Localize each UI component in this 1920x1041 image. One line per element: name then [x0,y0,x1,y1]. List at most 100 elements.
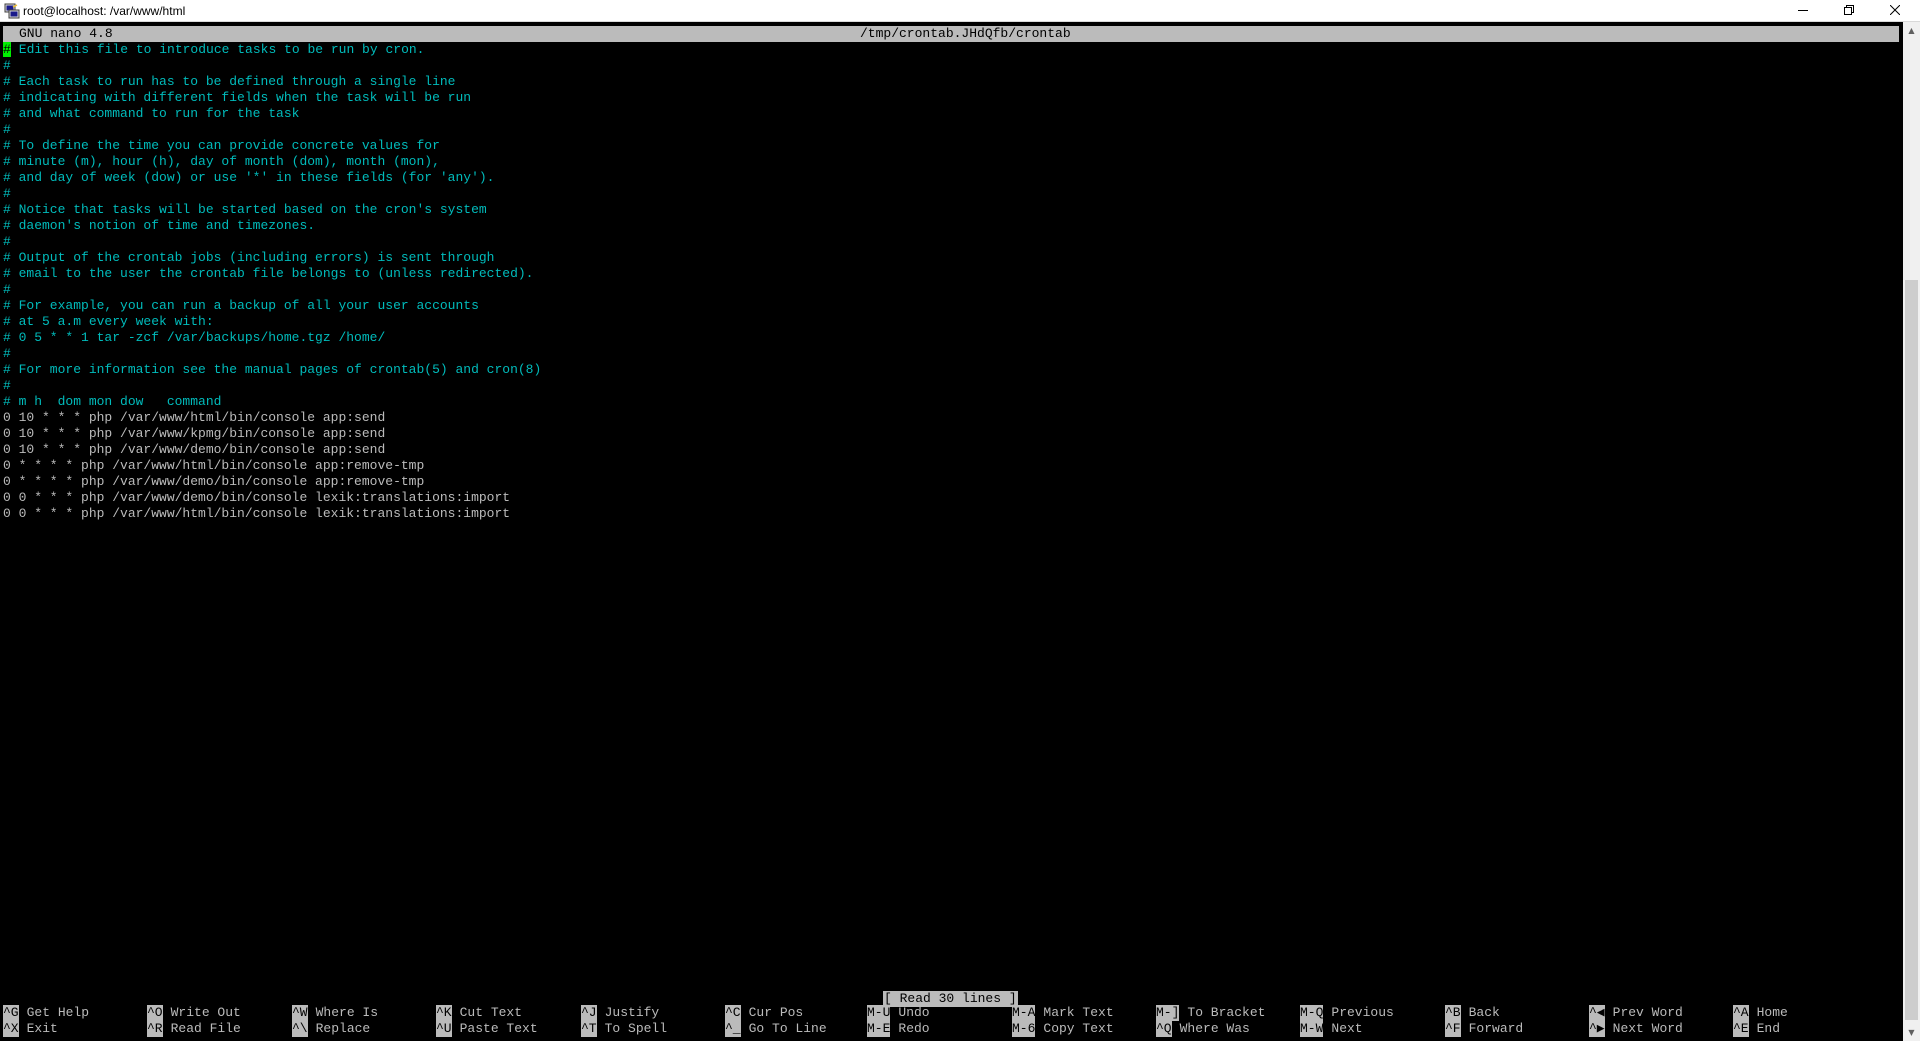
comment-line: # [3,58,11,73]
maximize-icon [1844,4,1854,18]
shortcut-label: Justify [604,1005,660,1020]
scroll-up-button[interactable]: ▲ [1903,22,1920,39]
comment-line: # m h dom mon dow command [3,394,222,409]
shortcut-label: Read File [170,1021,241,1036]
cron-job-line: 0 * * * * php /var/www/html/bin/console … [3,458,425,473]
shortcut-key: ^J [581,1005,597,1021]
shortcut-key: M-A [1012,1005,1036,1021]
terminal-window[interactable]: GNU nano 4.8 /tmp/crontab.JHdQfb/crontab… [0,22,1903,1041]
shortcut-label: Paste Text [459,1021,538,1036]
shortcut-key: ^T [581,1021,597,1037]
shortcut-key: ^A [1733,1005,1749,1021]
shortcut-key: ^\ [292,1021,308,1037]
scroll-down-button[interactable]: ▼ [1903,1024,1920,1041]
shortcut-label: Home [1756,1005,1788,1020]
comment-line: # and what command to run for the task [3,106,300,121]
shortcut-key: ^C [725,1005,741,1021]
shortcut-label: To Bracket [1187,1005,1266,1020]
scrollbar-thumb[interactable] [1905,280,1918,1020]
comment-line: # [3,234,11,249]
close-button[interactable] [1872,0,1918,22]
shortcut-label: Copy Text [1043,1021,1114,1036]
shortcut-to-bracket[interactable]: M-] To Bracket [1156,1005,1265,1021]
comment-line: # [3,122,11,137]
shortcut-label: Redo [898,1021,930,1036]
comment-line: # minute (m), hour (h), day of month (do… [3,154,440,169]
shortcut-where-is[interactable]: ^W Where Is [292,1005,378,1021]
shortcut-label: Cut Text [459,1005,523,1020]
shortcut-label: Forward [1468,1021,1524,1036]
comment-line: # daemon's notion of time and timezones. [3,218,316,233]
shortcut-key: ^Q [1156,1021,1172,1037]
shortcut-key: M-6 [1012,1021,1036,1037]
shortcut-label: To Spell [604,1021,668,1036]
shortcut-exit[interactable]: ^X Exit [3,1021,58,1037]
shortcut-cur-pos[interactable]: ^C Cur Pos [725,1005,803,1021]
shortcut-label: Where Is [315,1005,379,1020]
cron-job-line: 0 10 * * * php /var/www/kpmg/bin/console… [3,426,386,441]
comment-line: # Edit this file to introduce tasks to b… [3,42,424,58]
shortcut-key: M-U [867,1005,891,1021]
shortcut-label: Write Out [170,1005,241,1020]
minimize-button[interactable] [1780,0,1826,22]
window-title-bar: root@localhost: /var/www/html [0,0,1920,22]
shortcut-key: M-] [1156,1005,1180,1021]
shortcut-home[interactable]: ^A Home [1733,1005,1788,1021]
shortcut-where-was[interactable]: ^Q Where Was [1156,1021,1250,1037]
shortcut-key: ^▶ [1589,1021,1605,1037]
minimize-icon [1798,4,1808,18]
vertical-scrollbar[interactable]: ▲ ▼ [1903,22,1920,1041]
shortcut-read-file[interactable]: ^R Read File [147,1021,241,1037]
shortcut-undo[interactable]: M-U Undo [867,1005,930,1021]
shortcut-key: ^U [436,1021,452,1037]
maximize-button[interactable] [1826,0,1872,22]
shortcut-write-out[interactable]: ^O Write Out [147,1005,241,1021]
shortcut-key: ^O [147,1005,163,1021]
shortcut-next[interactable]: M-W Next [1300,1021,1363,1037]
shortcut-cut-text[interactable]: ^K Cut Text [436,1005,522,1021]
shortcut-label: Get Help [26,1005,90,1020]
close-icon [1889,4,1901,18]
nano-header-bar: GNU nano 4.8 /tmp/crontab.JHdQfb/crontab [3,26,1899,42]
cron-job-line: 0 * * * * php /var/www/demo/bin/console … [3,474,425,489]
shortcut-key: M-E [867,1021,891,1037]
comment-line: # To define the time you can provide con… [3,138,440,153]
comment-line: # email to the user the crontab file bel… [3,266,534,281]
shortcut-next-word[interactable]: ^▶ Next Word [1589,1021,1683,1037]
comment-line: # Output of the crontab jobs (including … [3,250,495,265]
shortcut-get-help[interactable]: ^G Get Help [3,1005,89,1021]
shortcut-key: ^R [147,1021,163,1037]
shortcut-label: Mark Text [1043,1005,1114,1020]
shortcut-label: Go To Line [748,1021,827,1036]
shortcut-key: ^F [1445,1021,1461,1037]
shortcut-back[interactable]: ^B Back [1445,1005,1500,1021]
shortcut-key: ^K [436,1005,452,1021]
cron-job-line: 0 10 * * * php /var/www/demo/bin/console… [3,442,386,457]
shortcut-label: Prev Word [1612,1005,1683,1020]
cron-job-line: 0 0 * * * php /var/www/demo/bin/console … [3,490,511,505]
line-text: Edit this file to introduce tasks to be … [11,42,425,57]
shortcut-mark-text[interactable]: M-A Mark Text [1012,1005,1114,1021]
comment-line: # [3,282,11,297]
shortcut-key: M-W [1300,1021,1324,1037]
comment-line: # For more information see the manual pa… [3,362,542,377]
shortcut-to-spell[interactable]: ^T To Spell [581,1021,667,1037]
shortcut-go-to-line[interactable]: ^_ Go To Line [725,1021,827,1037]
comment-line: # at 5 a.m every week with: [3,314,214,329]
shortcut-forward[interactable]: ^F Forward [1445,1021,1523,1037]
shortcut-prev-word[interactable]: ^◀ Prev Word [1589,1005,1683,1021]
shortcut-copy-text[interactable]: M-6 Copy Text [1012,1021,1114,1037]
shortcut-redo[interactable]: M-E Redo [867,1021,930,1037]
shortcut-key: M-Q [1300,1005,1324,1021]
putty-icon [4,3,20,19]
shortcut-justify[interactable]: ^J Justify [581,1005,659,1021]
shortcut-previous[interactable]: M-Q Previous [1300,1005,1394,1021]
shortcut-end[interactable]: ^E End [1733,1021,1780,1037]
shortcut-replace[interactable]: ^\ Replace [292,1021,370,1037]
comment-line: # [3,378,11,393]
shortcut-key: ^E [1733,1021,1749,1037]
shortcut-label: Cur Pos [748,1005,804,1020]
shortcut-key: ^_ [725,1021,741,1037]
shortcut-label: Next Word [1612,1021,1683,1036]
shortcut-paste-text[interactable]: ^U Paste Text [436,1021,538,1037]
